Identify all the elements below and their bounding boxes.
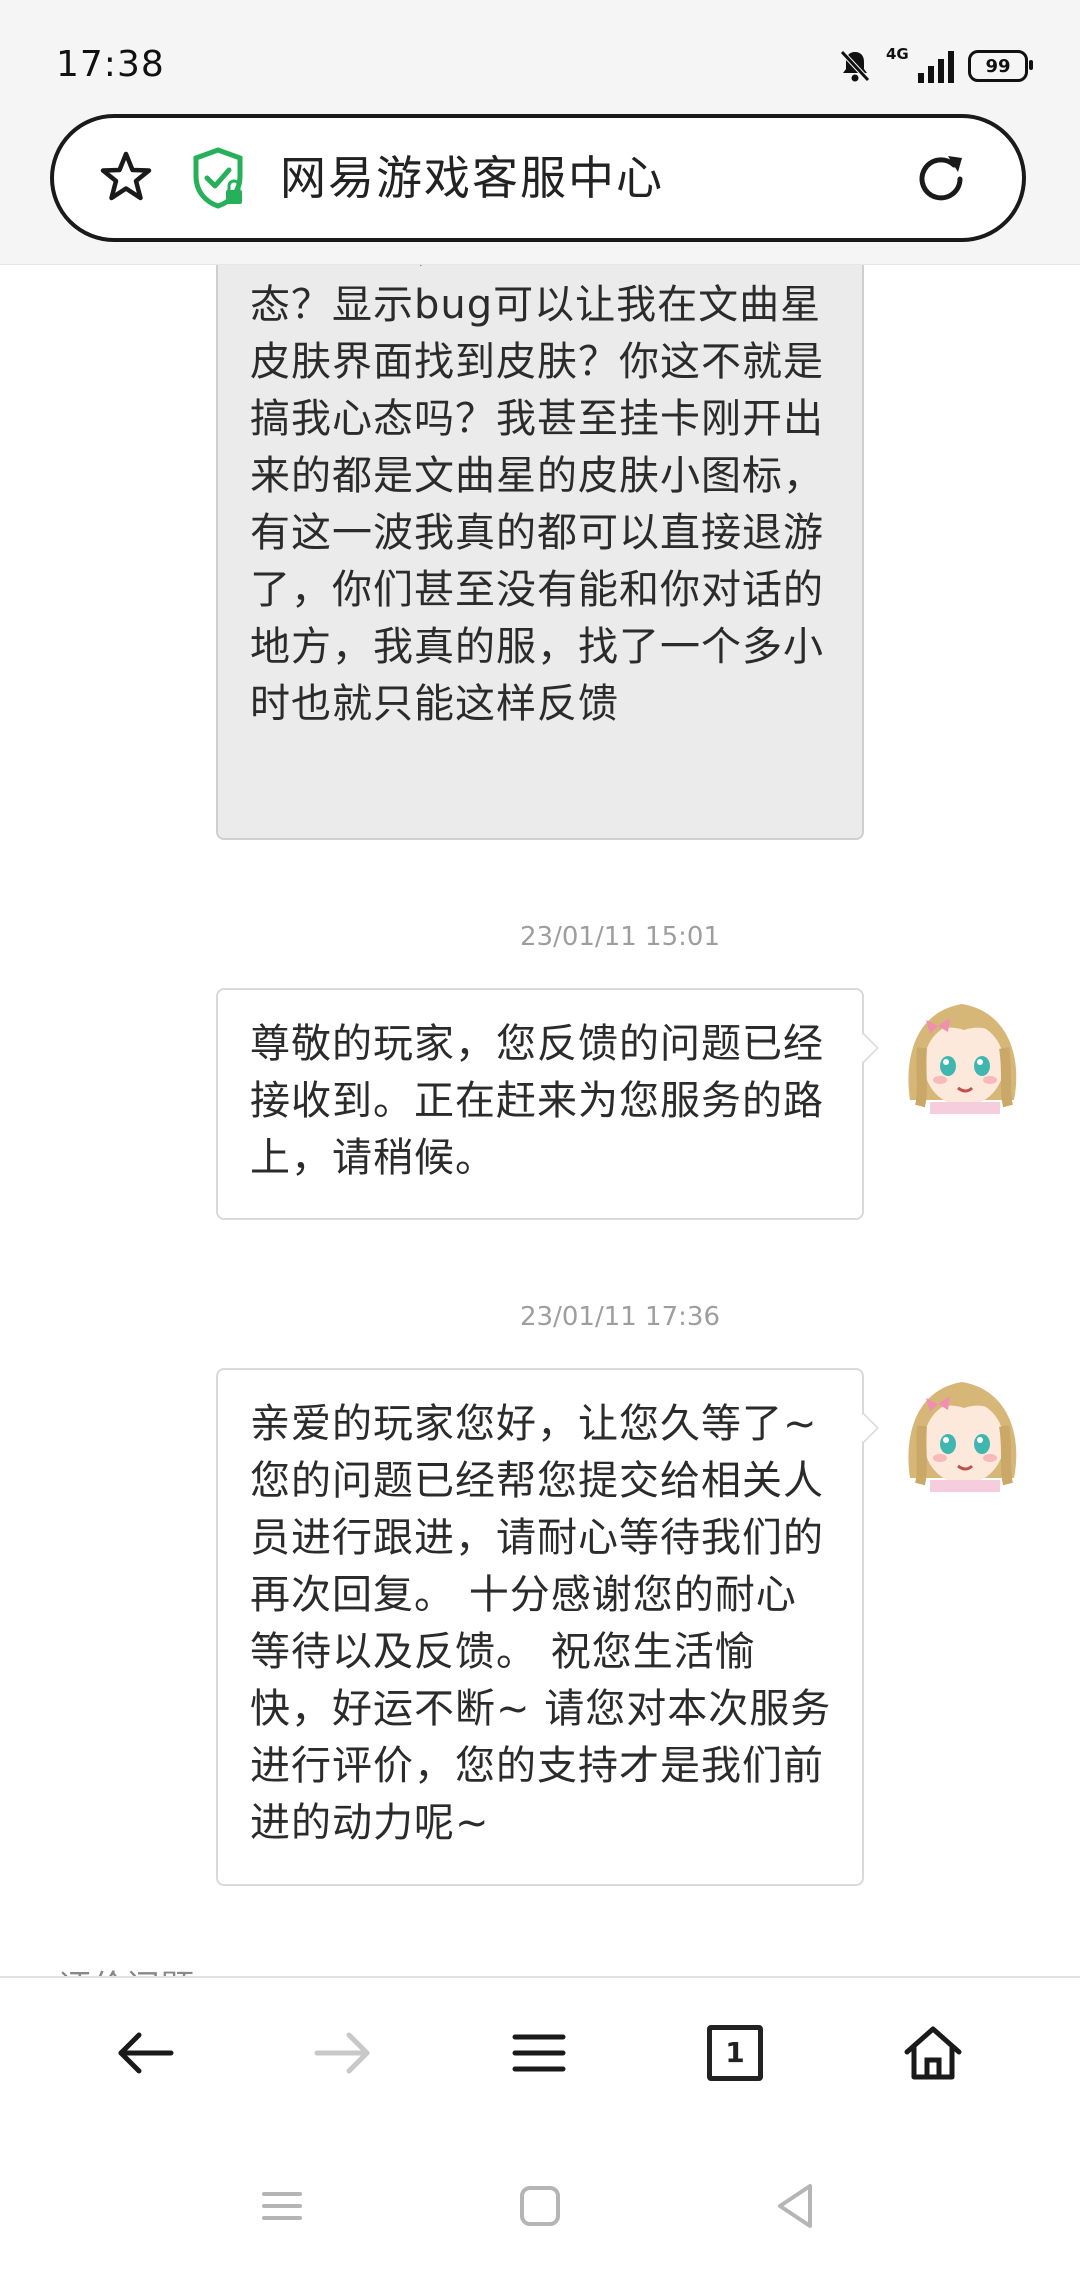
signal-4g-icon: 4G: [886, 45, 954, 83]
message-timestamp: 23/01/11 17:36: [520, 1302, 720, 1332]
arrow-right-icon: [314, 2032, 370, 2074]
message-text: 亲爱的玩家您好，让您久等了~ 您的问题已经帮您提交给相关人员进行跟进，请耐心等待…: [250, 1401, 832, 1846]
agent-message: 尊敬的玩家，您反馈的问题已经接收到。正在赶来为您服务的路上，请稍候。: [216, 988, 864, 1220]
reload-icon[interactable]: [910, 148, 972, 210]
agent-message: 亲爱的玩家您好，让您久等了~ 您的问题已经帮您提交给相关人员进行跟进，请耐心等待…: [216, 1368, 864, 1886]
forward-button[interactable]: [298, 2008, 388, 2098]
back-nav-icon[interactable]: [766, 2176, 826, 2236]
page-title[interactable]: 网易游戏客服中心: [280, 148, 664, 208]
battery-icon: 99: [968, 50, 1033, 82]
home-nav-icon[interactable]: [510, 2176, 570, 2236]
network-type: 4G: [886, 45, 909, 63]
bell-muted-icon: [840, 50, 870, 82]
rate-question-label: 评价问题: [58, 1960, 194, 1976]
home-button[interactable]: [888, 2008, 978, 2098]
page: 17:38 4G 99 网易游戏客服中心 态？显示bug可以让我在文曲星皮肤界面…: [0, 0, 1080, 2280]
arrow-left-icon: [118, 2032, 174, 2074]
browser-toolbar: 1: [0, 1976, 1080, 2128]
user-message: 一个奖励，什么意思？搞我心态？显示bug可以让我在文曲星皮肤界面找到皮肤？你这不…: [216, 264, 864, 840]
agent-avatar: [900, 1368, 1024, 1492]
message-text: 一个奖励，什么意思？搞我心态？显示bug可以让我在文曲星皮肤界面找到皮肤？你这不…: [250, 264, 824, 727]
tabs-button[interactable]: 1: [690, 2008, 780, 2098]
agent-avatar: [900, 990, 1024, 1114]
battery-level: 99: [985, 55, 1011, 77]
shield-check-icon: [193, 147, 243, 209]
recent-apps-icon[interactable]: [252, 2176, 312, 2236]
chat-conversation[interactable]: 一个奖励，什么意思？搞我心态？显示bug可以让我在文曲星皮肤界面找到皮肤？你这不…: [0, 264, 1080, 1976]
message-text: 尊敬的玩家，您反馈的问题已经接收到。正在赶来为您服务的路上，请稍候。: [250, 1021, 824, 1181]
system-nav-bar: [0, 2126, 1080, 2280]
message-timestamp: 23/01/11 15:01: [520, 922, 720, 952]
menu-button[interactable]: [494, 2008, 584, 2098]
girl-avatar-icon: [900, 990, 1024, 1114]
status-time: 17:38: [56, 44, 165, 85]
status-icons: 4G 99: [838, 45, 1033, 86]
star-icon[interactable]: [96, 148, 156, 208]
home-icon: [904, 2026, 962, 2080]
address-bar[interactable]: 网易游戏客服中心: [50, 114, 1026, 242]
browser-header: 17:38 4G 99 网易游戏客服中心: [0, 0, 1080, 265]
tabs-count: 1: [707, 2025, 763, 2081]
menu-icon: [512, 2034, 566, 2072]
back-button[interactable]: [100, 2008, 190, 2098]
girl-avatar-icon: [900, 1368, 1024, 1492]
